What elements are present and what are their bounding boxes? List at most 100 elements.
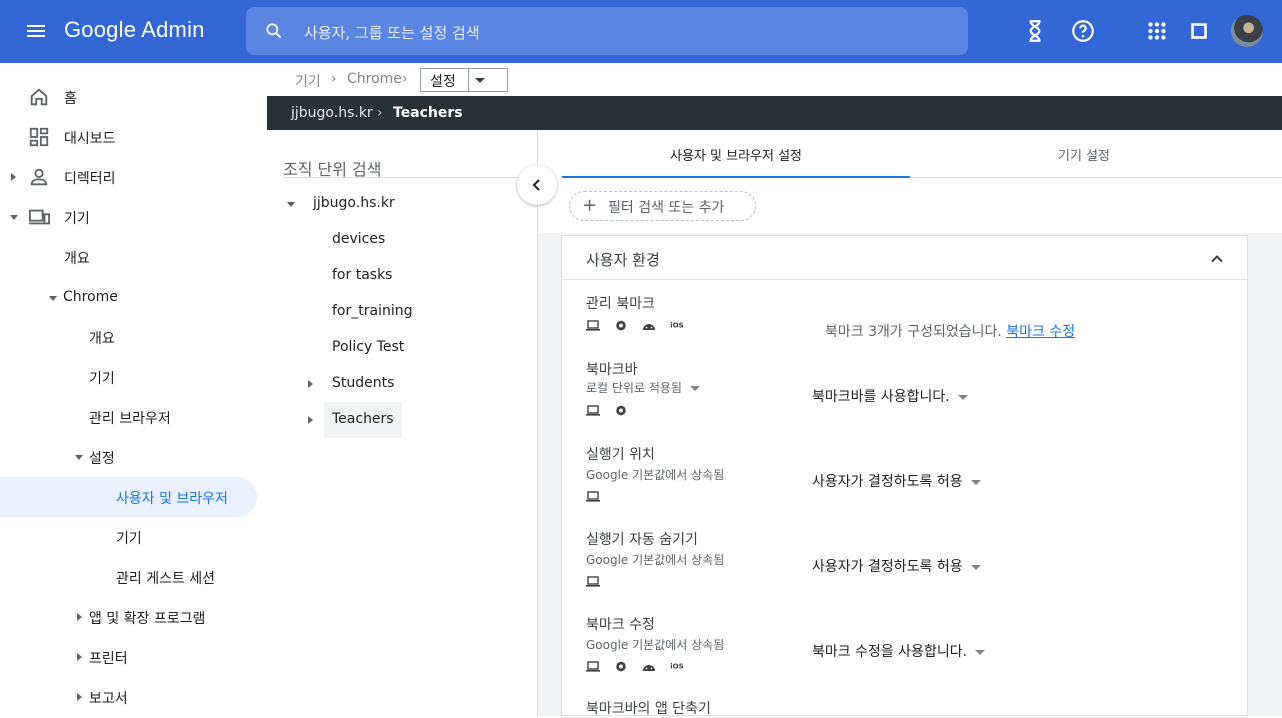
ou-item-for-tasks[interactable]: for tasks: [324, 258, 474, 294]
sidebar-item-label: 대시보드: [64, 131, 116, 147]
sidebar-item-label: 개요: [64, 251, 90, 267]
launcher-autohide-dropdown[interactable]: 사용자가 결정하도록 허용: [812, 556, 981, 576]
tab-label: 사용자 및 브라우저 설정: [670, 149, 802, 164]
expand-caret-icon[interactable]: [308, 380, 313, 388]
support-window-icon[interactable]: [1186, 18, 1212, 44]
collapse-caret-icon[interactable]: [75, 455, 83, 460]
plus-icon: +: [582, 195, 598, 216]
inheritance-label: Google 기본값에서 상속됨: [586, 638, 725, 652]
platform-icons: [586, 571, 609, 587]
ou-tree-root[interactable]: jjbugo.hs.kr: [283, 186, 483, 222]
sidebar-item-device-settings[interactable]: 기기: [0, 517, 267, 557]
sidebar-item-chrome-overview[interactable]: 개요: [0, 317, 267, 357]
org-unit-search-input[interactable]: 조직 단위 검색: [283, 156, 537, 179]
sidebar: 홈 대시보드 디렉터리 기기 개요 Chrome 개요 기기 관리 브라우저 설…: [0, 63, 267, 716]
setting-managed-bookmarks[interactable]: 관리 북마크 iOS 북마크 3개가 구성되었습니다. 북마크 수정: [586, 293, 1226, 343]
breadcrumb-selected-value: 설정: [430, 74, 456, 90]
search-bar[interactable]: 사용자, 그룹 또는 설정 검색: [246, 7, 968, 55]
sidebar-item-label: 사용자 및 브라우저: [116, 491, 228, 507]
sidebar-item-chrome-devices[interactable]: 기기: [0, 357, 267, 397]
dropdown-value: 사용자가 결정하도록 허용: [812, 559, 963, 575]
platform-icons: [586, 486, 609, 502]
apps-grid-icon[interactable]: [1144, 18, 1170, 44]
tab-users-browser[interactable]: 사용자 및 브라우저 설정: [562, 130, 910, 178]
inheritance-label: 로컬 단위로 적용됨: [586, 381, 682, 395]
bookmarks-count-text: 북마크 3개가 구성되었습니다.: [825, 324, 1002, 340]
ou-item-students[interactable]: Students: [307, 366, 467, 402]
org-unit-panel: 조직 단위 검색 jjbugo.hs.kr devices for tasks …: [267, 130, 538, 716]
setting-launcher-autohide[interactable]: 실행기 자동 숨기기 Google 기본값에서 상속됨 사용자가 결정하도록 허…: [586, 529, 1226, 589]
collapse-caret-icon[interactable]: [10, 215, 18, 220]
expand-caret-icon[interactable]: [77, 653, 82, 661]
chevron-up-icon[interactable]: [1210, 252, 1224, 266]
ou-item-for-training[interactable]: for_training: [324, 294, 474, 330]
settings-tabs: 사용자 및 브라우저 설정 기기 설정: [562, 130, 1282, 178]
sidebar-item-users-browsers[interactable]: 사용자 및 브라우저: [0, 477, 257, 517]
sidebar-item-label: 앱 및 확장 프로그램: [89, 611, 206, 627]
ou-item-devices[interactable]: devices: [324, 222, 474, 258]
edit-bookmarks-link[interactable]: 북마크 수정: [1006, 324, 1075, 340]
sidebar-item-settings[interactable]: 설정: [0, 437, 267, 477]
breadcrumb-settings-select[interactable]: 설정: [420, 68, 508, 92]
sidebar-item-label: 기기: [116, 531, 142, 547]
bookmark-editing-dropdown[interactable]: 북마크 수정을 사용합니다.: [812, 641, 986, 661]
sidebar-item-chrome[interactable]: Chrome: [0, 278, 267, 318]
ou-item-policy-test[interactable]: Policy Test: [324, 330, 474, 366]
sidebar-item-devices[interactable]: 기기: [0, 197, 267, 237]
sidebar-item-dashboard[interactable]: 대시보드: [0, 117, 267, 157]
sidebar-item-home[interactable]: 홈: [0, 77, 267, 117]
expand-caret-icon[interactable]: [308, 416, 313, 424]
sidebar-item-directory[interactable]: 디렉터리: [0, 157, 267, 197]
org-unit-path-bar: jjbugo.hs.kr › Teachers: [267, 96, 1282, 130]
sidebar-item-managed-guest[interactable]: 관리 게스트 세션: [0, 557, 267, 597]
chrome-icon: [616, 320, 626, 331]
launcher-position-dropdown[interactable]: 사용자가 결정하도록 허용: [812, 471, 981, 491]
avatar[interactable]: [1231, 15, 1263, 47]
breadcrumb-item-devices[interactable]: 기기: [295, 71, 321, 91]
android-icon: [643, 665, 656, 671]
bookmark-bar-value-dropdown[interactable]: 북마크바를 사용합니다.: [812, 386, 968, 406]
setting-bookmark-bar-app-shortcut[interactable]: 북마크바의 앱 단축기: [586, 698, 1226, 718]
breadcrumb-item-chrome[interactable]: Chrome: [347, 71, 402, 87]
search-icon: [266, 23, 282, 39]
section-title: 사용자 환경: [586, 251, 660, 269]
section-header[interactable]: 사용자 환경: [562, 236, 1247, 280]
laptop-icon: [586, 320, 600, 331]
org-path-current: Teachers: [393, 105, 463, 121]
org-path-root[interactable]: jjbugo.hs.kr: [291, 105, 373, 121]
user-experience-card: 사용자 환경 관리 북마크 iOS 북마크 3개가 구성되었습니다. 북마크 수…: [561, 235, 1248, 718]
ou-item-label: Teachers: [332, 411, 394, 427]
sidebar-item-devices-overview[interactable]: 개요: [0, 237, 267, 277]
dashboard-icon: [29, 127, 49, 147]
sidebar-item-printers[interactable]: 프린터: [0, 637, 267, 677]
sidebar-item-apps-extensions[interactable]: 앱 및 확장 프로그램: [0, 597, 267, 637]
chevron-down-icon: [970, 479, 981, 485]
add-filter-button[interactable]: + 필터 검색 또는 추가: [569, 191, 756, 221]
expand-caret-icon[interactable]: [77, 693, 82, 701]
chrome-icon: [616, 405, 626, 416]
tab-device-settings[interactable]: 기기 설정: [910, 130, 1258, 178]
setting-launcher-position[interactable]: 실행기 위치 Google 기본값에서 상속됨 사용자가 결정하도록 허용: [586, 444, 1226, 504]
setting-bookmark-bar[interactable]: 북마크바 로컬 단위로 적용됨 북마크바를 사용합니다.: [586, 359, 1226, 419]
hourglass-icon[interactable]: [1022, 18, 1048, 44]
ou-item-teachers[interactable]: Teachers: [307, 402, 407, 438]
dropdown-value: 북마크 수정을 사용합니다.: [812, 644, 968, 660]
main-menu-button[interactable]: [24, 20, 48, 44]
setting-bookmark-editing[interactable]: 북마크 수정 Google 기본값에서 상속됨 iOS 북마크 수정을 사용합니…: [586, 614, 1226, 674]
inheritance-dropdown[interactable]: 로컬 단위로 적용됨: [586, 379, 700, 396]
chevron-left-icon: [532, 179, 540, 191]
collapse-caret-icon[interactable]: [287, 202, 295, 207]
laptop-icon: [586, 576, 600, 587]
chevron-down-icon: [475, 78, 485, 83]
expand-caret-icon[interactable]: [77, 613, 82, 621]
sidebar-item-managed-browsers[interactable]: 관리 브라우저: [0, 397, 267, 437]
sidebar-item-label: 기기: [64, 211, 90, 227]
sidebar-item-label: 관리 게스트 세션: [116, 571, 216, 587]
help-icon[interactable]: [1070, 18, 1096, 44]
app-title[interactable]: Google Admin: [64, 17, 205, 43]
breadcrumb-separator-icon: ›: [331, 71, 337, 87]
collapse-caret-icon[interactable]: [49, 296, 57, 301]
sidebar-item-reports[interactable]: 보고서: [0, 677, 267, 717]
expand-caret-icon[interactable]: [11, 173, 16, 181]
collapse-panel-button[interactable]: [517, 165, 557, 205]
